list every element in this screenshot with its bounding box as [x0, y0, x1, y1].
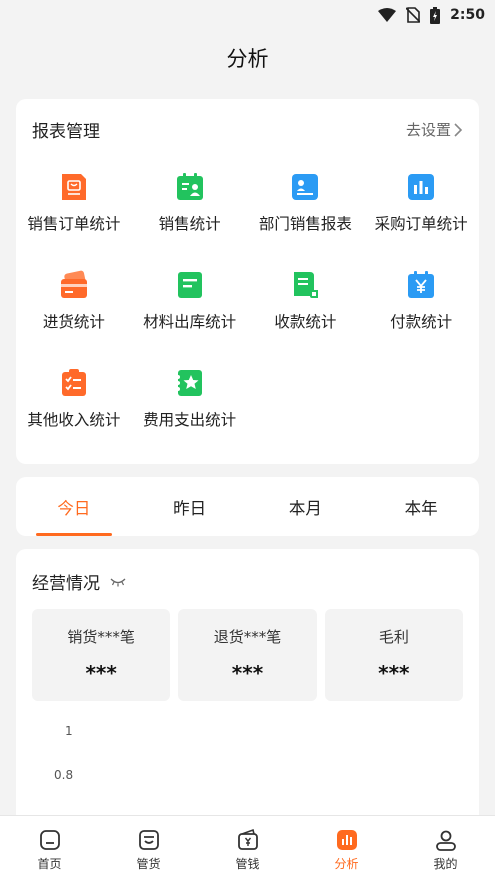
- money-icon: [237, 828, 258, 850]
- eye-closed-icon[interactable]: [110, 577, 126, 587]
- report-item-label: 材料出库统计: [143, 313, 237, 331]
- nav-home[interactable]: 首页: [0, 816, 99, 880]
- stat-value: ***: [378, 661, 410, 685]
- nav-label: 管货: [136, 857, 161, 871]
- nav-profile[interactable]: 我的: [396, 816, 495, 880]
- sales-order-icon: [61, 174, 86, 200]
- report-item-department-report[interactable]: 部门销售报表: [248, 172, 364, 234]
- stat-returns: 退货***笔 ***: [178, 609, 317, 701]
- report-item-other-income[interactable]: 其他收入统计: [16, 368, 132, 430]
- page-title: 分析: [226, 47, 269, 71]
- sales-stats-icon: [176, 173, 203, 200]
- report-item-label: 付款统计: [390, 313, 453, 331]
- business-overview-card: 经营情况 销货***笔 *** 退货***笔 *** 毛利 *** 1 0.8: [16, 549, 479, 829]
- report-item-label: 进货统计: [42, 313, 105, 331]
- stat-label: 销货***笔: [67, 628, 135, 646]
- business-title: 经营情况: [32, 574, 100, 594]
- analysis-icon: [336, 830, 357, 850]
- battery-icon: [430, 6, 441, 24]
- nav-analysis[interactable]: 分析: [297, 816, 396, 880]
- report-item-label: 费用支出统计: [143, 411, 237, 429]
- report-management-card: 报表管理 去设置 销售订单统计 销售统计 部门销售报表 采购订单统计 进货统计 …: [16, 99, 479, 464]
- stat-sales: 销货***笔 ***: [32, 609, 171, 701]
- profile-icon: [435, 830, 456, 851]
- settings-link[interactable]: 去设置: [406, 119, 463, 140]
- tab-this-year[interactable]: 本年: [363, 477, 479, 536]
- page-header: 分析: [0, 30, 495, 86]
- report-item-label: 销售统计: [158, 215, 221, 233]
- payment-icon: [408, 271, 435, 298]
- chevron-right-icon: [454, 122, 463, 137]
- report-item-sales-order[interactable]: 销售订单统计: [16, 172, 132, 234]
- report-grid: 销售订单统计 销售统计 部门销售报表 采购订单统计 进货统计 材料出库统计 收款…: [16, 142, 479, 430]
- report-item-label: 采购订单统计: [374, 215, 468, 233]
- report-item-payment[interactable]: 付款统计: [363, 270, 479, 332]
- status-time: 2:50: [450, 7, 485, 23]
- settings-link-label: 去设置: [405, 121, 451, 139]
- stat-value: ***: [85, 661, 117, 685]
- report-title: 报表管理: [32, 122, 100, 142]
- stat-value: ***: [231, 661, 264, 685]
- tab-yesterday[interactable]: 昨日: [132, 477, 248, 536]
- report-item-expense[interactable]: 费用支出统计: [132, 368, 248, 430]
- purchase-order-icon: [408, 174, 435, 200]
- no-sim-icon: [406, 7, 421, 23]
- material-outbound-icon: [177, 272, 202, 298]
- nav-label: 分析: [334, 857, 359, 871]
- nav-goods[interactable]: 管货: [99, 816, 198, 880]
- other-income-icon: [61, 369, 86, 396]
- stat-label: 退货***笔: [213, 628, 282, 646]
- tab-today[interactable]: 今日: [16, 477, 132, 536]
- expense-icon: [175, 370, 202, 396]
- nav-money[interactable]: 管钱: [198, 816, 297, 880]
- wifi-icon: [378, 8, 397, 22]
- stock-in-icon: [60, 270, 87, 298]
- status-bar: 2:50: [0, 0, 495, 30]
- nav-label: 首页: [37, 857, 62, 871]
- stat-gross-profit: 毛利 ***: [324, 609, 463, 701]
- report-item-stock-in[interactable]: 进货统计: [16, 270, 132, 332]
- report-item-sales-stats[interactable]: 销售统计: [132, 172, 248, 234]
- report-item-receipt[interactable]: 收款统计: [248, 270, 364, 332]
- goods-icon: [138, 830, 159, 850]
- receipt-icon: [294, 272, 319, 298]
- y-tick-label: 0.8: [54, 768, 74, 782]
- report-item-material-outbound[interactable]: 材料出库统计: [132, 270, 248, 332]
- report-item-purchase-order[interactable]: 采购订单统计: [363, 172, 479, 234]
- department-report-icon: [292, 174, 319, 200]
- period-tabs: 今日 昨日 本月 本年: [16, 477, 479, 536]
- tab-this-month[interactable]: 本月: [248, 477, 364, 536]
- home-icon: [39, 830, 60, 850]
- report-item-label: 部门销售报表: [258, 215, 352, 233]
- report-item-label: 销售订单统计: [27, 215, 121, 233]
- report-item-label: 其他收入统计: [27, 411, 121, 429]
- report-item-label: 收款统计: [274, 313, 337, 331]
- y-tick-label: 1: [65, 724, 73, 738]
- nav-label: 管钱: [235, 857, 260, 871]
- bottom-nav: 首页 管货 管钱 分析 我的: [0, 815, 495, 880]
- nav-label: 我的: [433, 857, 458, 871]
- stat-label: 毛利: [378, 628, 409, 646]
